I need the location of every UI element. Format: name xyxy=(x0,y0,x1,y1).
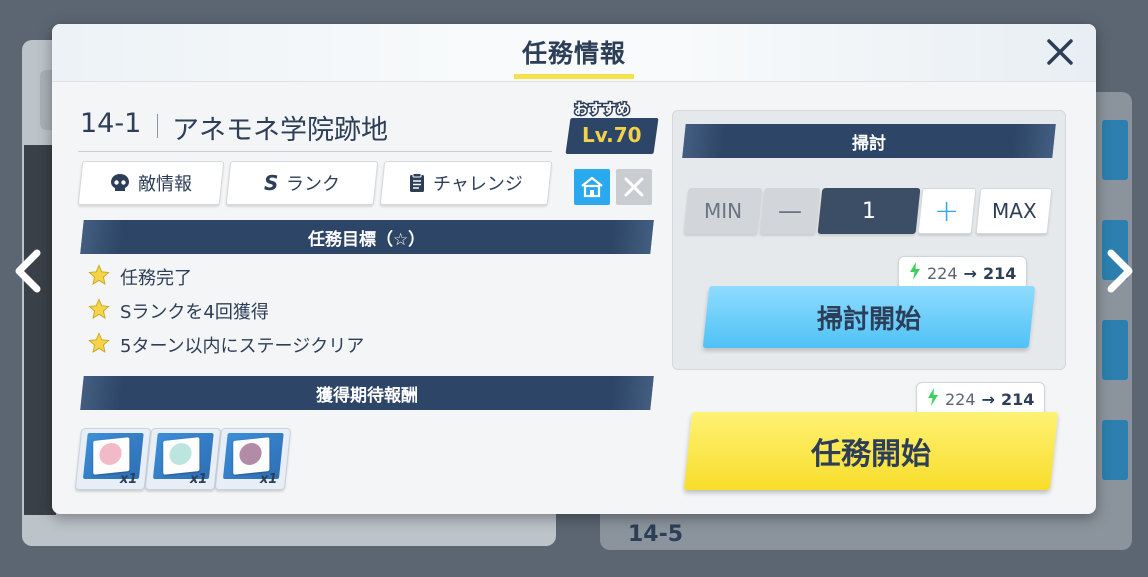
reward-item[interactable]: x1 xyxy=(144,428,222,490)
sweep-ap-arrow: → xyxy=(963,263,977,283)
skull-icon xyxy=(111,174,129,191)
star-icon xyxy=(88,264,110,290)
enemy-info-label: 敵情報 xyxy=(138,174,192,195)
sweep-ap-cost-bubble: 224 → 214 xyxy=(898,256,1028,299)
sweep-ap-to: 214 xyxy=(982,263,1017,283)
lightning-icon xyxy=(927,388,939,410)
decrement-button[interactable]: — xyxy=(759,188,821,234)
min-label: MIN xyxy=(703,199,743,223)
recommended-level: Lv.70 xyxy=(582,123,642,147)
recommended-label: おすすめ xyxy=(573,101,632,120)
challenge-button[interactable]: チャレンジ xyxy=(379,161,553,205)
objectives-header: 任務目標（☆） xyxy=(308,229,426,250)
next-stage-arrow[interactable] xyxy=(1100,246,1140,296)
reward-qty: x1 xyxy=(119,472,137,487)
max-button[interactable]: MAX xyxy=(975,188,1053,234)
star-icon xyxy=(88,332,110,358)
sweep-ap-from: 224 xyxy=(927,263,958,283)
sweep-start-button[interactable]: 掃討開始 xyxy=(702,286,1036,348)
background-list-marker xyxy=(1102,120,1128,180)
background-list-marker xyxy=(1102,320,1128,380)
objectives-header-bar: 任務目標（☆） xyxy=(80,220,654,254)
star-icon xyxy=(88,298,110,324)
reward-item[interactable]: x1 xyxy=(214,428,292,490)
sweep-count-display: 1 xyxy=(817,188,921,234)
mission-ap-to: 214 xyxy=(1000,389,1035,409)
mission-ap-from: 224 xyxy=(945,389,976,409)
chevron-left-icon xyxy=(15,249,41,293)
close-icon xyxy=(1047,39,1073,65)
background-list-marker xyxy=(1102,420,1128,480)
minus-icon: — xyxy=(778,197,802,225)
close-button[interactable] xyxy=(1042,34,1078,70)
min-button[interactable]: MIN xyxy=(683,188,763,234)
rank-button[interactable]: S ランク xyxy=(225,161,379,205)
reward-qty: x1 xyxy=(259,472,277,487)
sweep-start-label: 掃討開始 xyxy=(816,304,921,335)
stage-name-underline xyxy=(78,151,552,152)
clipboard-icon xyxy=(410,173,425,192)
home-icon xyxy=(581,176,603,198)
mission-info-dialog: 任務情報 14-1 アネモネ学院跡地 おすすめ Lv.70 敵情報 S ランク … xyxy=(52,24,1096,514)
dialog-title: 任務情報 xyxy=(521,39,626,68)
dialog-header: 任務情報 xyxy=(52,24,1096,82)
title-underline xyxy=(514,74,634,79)
prev-stage-arrow[interactable] xyxy=(8,246,48,296)
chevron-right-icon xyxy=(1107,249,1133,293)
rank-s-icon: S xyxy=(263,171,279,195)
sweep-header-bar: 掃討 xyxy=(682,124,1056,158)
objective-text: 任務完了 xyxy=(120,268,192,289)
home-button[interactable] xyxy=(574,169,610,205)
stage-id: 14-1 xyxy=(80,108,142,139)
objective-text: Sランクを4回獲得 xyxy=(120,302,269,323)
increment-button[interactable]: + xyxy=(917,188,977,234)
disabled-toggle-button[interactable] xyxy=(616,169,652,205)
mission-start-label: 任務開始 xyxy=(811,437,931,472)
plus-icon: + xyxy=(934,193,960,229)
objective-item: 任務完了 xyxy=(88,264,192,290)
challenge-label: チャレンジ xyxy=(433,174,523,195)
stage-separator xyxy=(157,114,158,138)
max-label: MAX xyxy=(991,199,1037,223)
reward-item[interactable]: x1 xyxy=(74,428,152,490)
background-stage-label: 14-5 xyxy=(628,522,684,547)
mission-ap-cost-bubble: 224 → 214 xyxy=(916,382,1046,425)
sweep-header: 掃討 xyxy=(852,133,886,154)
objective-item: Sランクを4回獲得 xyxy=(88,298,269,324)
objective-item: 5ターン以内にステージクリア xyxy=(88,332,364,358)
objective-text: 5ターン以内にステージクリア xyxy=(120,336,365,357)
rewards-header-bar: 獲得期待報酬 xyxy=(80,376,654,410)
sweep-count: 1 xyxy=(862,198,876,224)
rank-label: ランク xyxy=(286,174,341,195)
close-icon xyxy=(624,177,644,197)
mission-ap-arrow: → xyxy=(981,389,995,409)
stage-name: アネモネ学院跡地 xyxy=(172,115,388,146)
mission-start-button[interactable]: 任務開始 xyxy=(683,412,1059,490)
enemy-info-button[interactable]: 敵情報 xyxy=(77,161,225,205)
lightning-icon xyxy=(909,262,921,284)
rewards-header: 獲得期待報酬 xyxy=(316,385,418,406)
reward-qty: x1 xyxy=(189,472,207,487)
